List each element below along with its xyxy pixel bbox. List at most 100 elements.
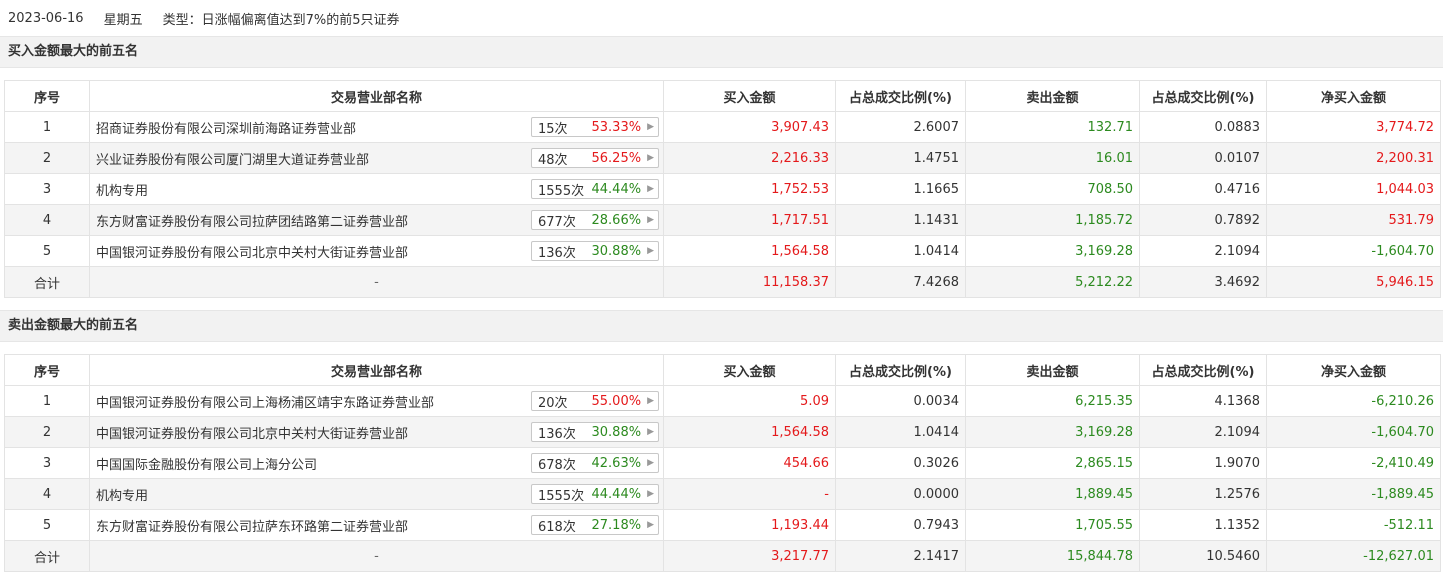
branch-stats-dropdown[interactable]: 678次 42.63% ▶ [531, 453, 659, 473]
chevron-right-icon: ▶ [647, 153, 654, 163]
buy-ratio: 0.0000 [835, 478, 966, 510]
net-amount: -1,889.45 [1266, 478, 1441, 510]
sell-amount: 2,865.15 [965, 447, 1140, 479]
row-index: 5 [4, 235, 90, 267]
row-index: 1 [4, 111, 90, 143]
branch-name-link[interactable]: 中国银河证券股份有限公司北京中关村大街证券营业部 [96, 427, 408, 442]
col-sell-amount: 卖出金额 [965, 80, 1140, 112]
buy-amount: 454.66 [663, 447, 836, 479]
branch-name-link[interactable]: 东方财富证券股份有限公司拉萨东环路第二证券营业部 [96, 520, 408, 535]
net-amount: -1,604.70 [1266, 416, 1441, 448]
col-sell-ratio: 占总成交比例(%) [1139, 80, 1267, 112]
total-sell-ratio: 10.5460 [1139, 540, 1267, 572]
branch-stats-dropdown[interactable]: 15次 53.33% ▶ [531, 117, 659, 137]
table-row: 1 中国银河证券股份有限公司上海杨浦区靖宇东路证券营业部 20次 55.00% ▶ 5.0… [4, 385, 1441, 417]
win-rate: 42.63% [591, 455, 642, 471]
branch-stats-dropdown[interactable]: 1555次 44.44% ▶ [531, 484, 659, 504]
branch-name-link[interactable]: 招商证券股份有限公司深圳前海路证券营业部 [96, 122, 356, 137]
win-rate: 56.25% [591, 150, 642, 166]
buy-amount: 1,752.53 [663, 173, 836, 205]
buy-amount: 1,564.58 [663, 416, 836, 448]
win-rate: 55.00% [591, 393, 642, 409]
buy-amount: 1,564.58 [663, 235, 836, 267]
branch-stats-dropdown[interactable]: 48次 56.25% ▶ [531, 148, 659, 168]
buy-amount: 3,907.43 [663, 111, 836, 143]
table-row: 2 中国银河证券股份有限公司北京中关村大街证券营业部 136次 30.88% ▶ 1,56… [4, 416, 1441, 448]
net-amount: 531.79 [1266, 204, 1441, 236]
branch-name-link[interactable]: 中国银河证券股份有限公司北京中关村大街证券营业部 [96, 246, 408, 261]
buy-amount: 1,193.44 [663, 509, 836, 541]
total-net-amount: -12,627.01 [1266, 540, 1441, 572]
branch-stats-dropdown[interactable]: 20次 55.00% ▶ [531, 391, 659, 411]
net-amount: 1,044.03 [1266, 173, 1441, 205]
listing-count: 48次 [538, 152, 568, 168]
col-sell-amount: 卖出金额 [965, 354, 1140, 386]
buy-amount: 5.09 [663, 385, 836, 417]
branch-name-link[interactable]: 中国国际金融股份有限公司上海分公司 [96, 458, 317, 473]
net-amount: -512.11 [1266, 509, 1441, 541]
branch-name-link[interactable]: 机构专用 [96, 489, 148, 504]
chevron-right-icon: ▶ [647, 489, 654, 499]
buy-ratio: 1.0414 [835, 235, 966, 267]
chevron-right-icon: ▶ [647, 184, 654, 194]
buy-ratio: 1.0414 [835, 416, 966, 448]
row-index: 5 [4, 509, 90, 541]
buy-ratio: 1.1665 [835, 173, 966, 205]
buy-ratio: 1.1431 [835, 204, 966, 236]
win-rate: 53.33% [591, 119, 642, 135]
branch-name-link[interactable]: 东方财富证券股份有限公司拉萨团结路第二证券营业部 [96, 215, 408, 230]
branch-stats-dropdown[interactable]: 618次 27.18% ▶ [531, 515, 659, 535]
branch-name-link[interactable]: 机构专用 [96, 184, 148, 199]
weekday: 星期五 [103, 12, 143, 28]
col-branch-name: 交易营业部名称 [89, 80, 664, 112]
row-index: 1 [4, 385, 90, 417]
total-row: 合计 -3,217.77 2.1417 15,844.78 10.5460 -12,627… [4, 540, 1441, 572]
total-sell-ratio: 3.4692 [1139, 266, 1267, 298]
total-row: 合计 -11,158.37 7.4268 5,212.22 3.4692 5,946.15 [4, 266, 1441, 298]
sell-amount: 708.50 [965, 173, 1140, 205]
sell-table-header: 序号 交易营业部名称 买入金额 占总成交比例(%) 卖出金额 占总成交比例(%)… [4, 354, 1441, 386]
sell-ratio: 1.9070 [1139, 447, 1267, 479]
chevron-right-icon: ▶ [647, 396, 654, 406]
win-rate: 27.18% [591, 517, 642, 533]
sell-ratio: 0.0107 [1139, 142, 1267, 174]
sell-ratio: 0.0883 [1139, 111, 1267, 143]
total-net-amount: 5,946.15 [1266, 266, 1441, 298]
buy-ratio: 0.3026 [835, 447, 966, 479]
row-index: 4 [4, 478, 90, 510]
branch-cell: 机构专用 1555次 44.44% ▶ [89, 478, 664, 510]
branch-stats-dropdown[interactable]: 1555次 44.44% ▶ [531, 179, 659, 199]
net-amount: -1,604.70 [1266, 235, 1441, 267]
type-value: 日涨幅偏离值达到7%的前5只证券 [201, 12, 400, 28]
branch-name-link[interactable]: 中国银河证券股份有限公司上海杨浦区靖宇东路证券营业部 [96, 396, 434, 411]
total-buy-amount: 11,158.37 [663, 266, 836, 298]
branch-cell: 兴业证券股份有限公司厦门湖里大道证券营业部 48次 56.25% ▶ [89, 142, 664, 174]
listing-count: 677次 [538, 214, 576, 230]
info-bar: 2023-06-16 星期五 类型： 日涨幅偏离值达到7%的前5只证券 [0, 0, 1443, 36]
listing-count: 1555次 [538, 488, 585, 504]
table-row: 2 兴业证券股份有限公司厦门湖里大道证券营业部 48次 56.25% ▶ 2,216.33… [4, 142, 1441, 174]
branch-stats-dropdown[interactable]: 136次 30.88% ▶ [531, 241, 659, 261]
table-row: 4 东方财富证券股份有限公司拉萨团结路第二证券营业部 677次 28.66% ▶ 1,71… [4, 204, 1441, 236]
sell-amount: 3,169.28 [965, 235, 1140, 267]
sell-section-title: 卖出金额最大的前五名 [0, 310, 1443, 342]
branch-stats-dropdown[interactable]: 136次 30.88% ▶ [531, 422, 659, 442]
col-buy-amount: 买入金额 [663, 80, 836, 112]
total-sell-amount: 5,212.22 [965, 266, 1140, 298]
sell-ratio: 2.1094 [1139, 416, 1267, 448]
net-amount: 3,774.72 [1266, 111, 1441, 143]
branch-cell: 中国银河证券股份有限公司上海杨浦区靖宇东路证券营业部 20次 55.00% ▶ [89, 385, 664, 417]
buy-table-header: 序号 交易营业部名称 买入金额 占总成交比例(%) 卖出金额 占总成交比例(%)… [4, 80, 1441, 112]
col-index: 序号 [4, 354, 90, 386]
row-index: 3 [4, 173, 90, 205]
sell-amount: 16.01 [965, 142, 1140, 174]
col-net-amount: 净买入金额 [1266, 80, 1441, 112]
win-rate: 44.44% [591, 181, 642, 197]
total-branch-placeholder: - [89, 266, 664, 298]
buy-ratio: 1.4751 [835, 142, 966, 174]
branch-stats-dropdown[interactable]: 677次 28.66% ▶ [531, 210, 659, 230]
buy-section-title: 买入金额最大的前五名 [0, 36, 1443, 68]
chevron-right-icon: ▶ [647, 520, 654, 530]
col-buy-ratio: 占总成交比例(%) [835, 354, 966, 386]
branch-name-link[interactable]: 兴业证券股份有限公司厦门湖里大道证券营业部 [96, 153, 369, 168]
